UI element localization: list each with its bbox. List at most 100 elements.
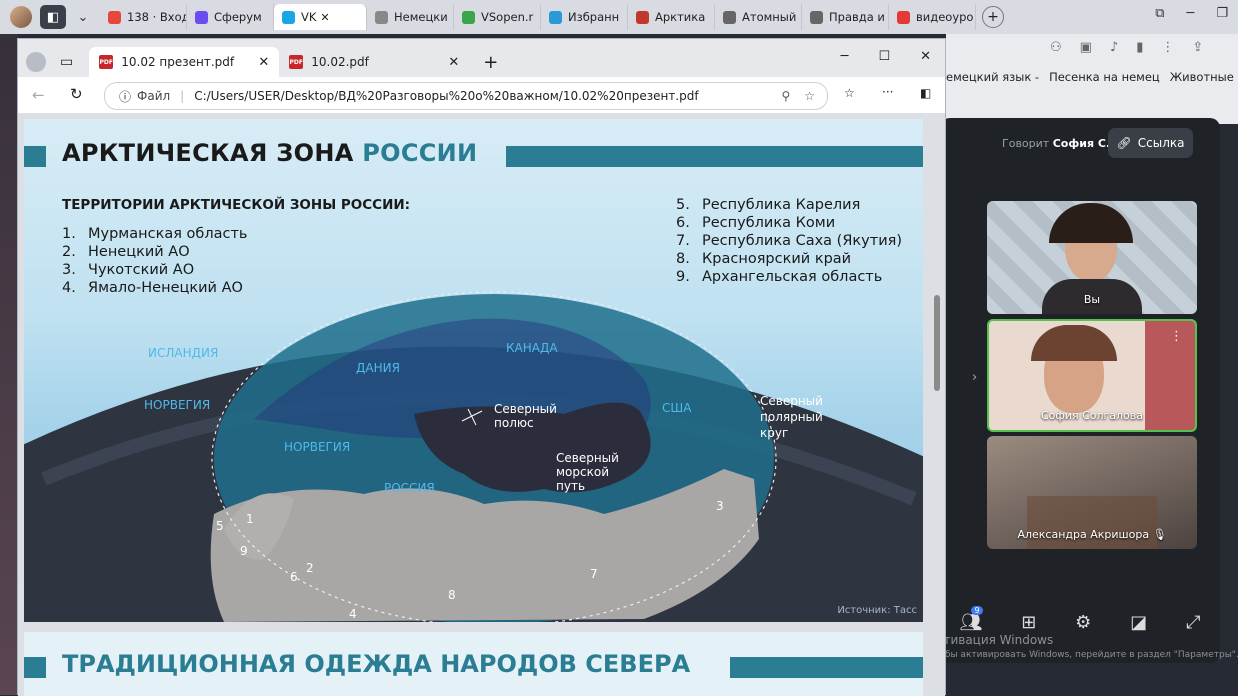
windows-activation-title: Активация Windows	[928, 633, 1054, 647]
bookmark-item[interactable]: емецкий язык -	[946, 70, 1039, 84]
tab-favicon-icon	[282, 10, 295, 24]
profile-avatar[interactable]	[10, 6, 32, 28]
bookmark-item[interactable]: Животные	[1170, 70, 1234, 84]
tab-favicon-icon	[636, 10, 649, 24]
browser-tab[interactable]: Немецки	[367, 4, 454, 30]
scrollbar-thumb[interactable]	[934, 295, 940, 391]
new-tab-button[interactable]: +	[483, 52, 498, 73]
close-icon[interactable]: ✕	[448, 55, 459, 70]
tab-favicon-icon	[549, 10, 562, 24]
map-label-iceland: ИСЛАНДИЯ	[148, 346, 219, 360]
grid-icon[interactable]: ⊞	[1021, 612, 1036, 633]
people-icon[interactable]: ⚇	[1050, 40, 1062, 55]
browser-tab[interactable]: Атомный	[715, 4, 802, 30]
tile-menu-icon[interactable]: ⋮	[1170, 329, 1183, 344]
participant-tile[interactable]: Вы	[987, 201, 1197, 314]
title-accent-bar	[730, 657, 923, 678]
map-label-norway: НОРВЕГИЯ	[284, 440, 351, 454]
more-icon[interactable]: ···	[882, 85, 893, 99]
collections-icon[interactable]: ⧉	[1155, 6, 1164, 21]
tab-favicon-icon	[195, 10, 208, 24]
slide-title: АРКТИЧЕСКАЯ ЗОНА РОССИИ	[62, 139, 478, 167]
sidebar-icon[interactable]: ◧	[920, 86, 931, 100]
list-item: 7. Республика Саха (Якутия)	[676, 233, 902, 249]
list-item: 1. Мурманская область	[62, 226, 248, 242]
back-icon[interactable]: ←	[32, 86, 45, 104]
list-item: 4. Ямало-Ненецкий АО	[62, 280, 243, 296]
browser-tab[interactable]: видеоуро	[889, 4, 976, 30]
pdf-icon: PDF	[289, 55, 304, 69]
close-window-icon[interactable]: ✕	[920, 49, 931, 64]
region-number: 1	[246, 512, 254, 526]
region-number: 6	[290, 570, 298, 584]
participants-icon[interactable]: 👥︎ 9	[959, 606, 983, 633]
mic-off-icon: 🎙︎	[1152, 528, 1167, 541]
refresh-icon[interactable]: ↻	[70, 85, 83, 103]
list-item: 8. Красноярский край	[676, 251, 852, 267]
tab-pdf-1[interactable]: PDF 10.02 презент.pdf ✕	[89, 47, 280, 77]
fullscreen-icon[interactable]: ⤢	[1186, 612, 1200, 633]
new-tab-button[interactable]: +	[982, 6, 1004, 28]
tab-actions-icon[interactable]: ▭	[60, 54, 73, 70]
windows-activation-text: Чтобы активировать Windows, перейдите в …	[928, 650, 1238, 660]
url-field[interactable]: ⓘ Файл | C:/Users/USER/Desktop/ВД%20Разг…	[104, 82, 828, 110]
region-number: 9	[240, 544, 248, 558]
minimize-icon[interactable]: ─	[1187, 6, 1195, 21]
close-icon[interactable]: ✕	[258, 55, 269, 70]
map-label-north-pole: Северный полюс	[494, 402, 557, 430]
profile-icon[interactable]	[26, 52, 46, 72]
maximize-icon[interactable]: ☐	[878, 49, 890, 64]
browser-tab[interactable]: Арктика	[628, 4, 715, 30]
browser-tab[interactable]: VK ✕	[274, 4, 367, 30]
browser-tab[interactable]: 138 · Вход	[100, 4, 187, 30]
zoom-icon[interactable]: ⚲	[781, 89, 790, 103]
favorite-star-icon[interactable]: ☆	[804, 89, 815, 103]
pdf-browser-window: ▭ PDF 10.02 презент.pdf ✕ PDF 10.02.pdf ✕ + …	[17, 38, 946, 696]
list-item: 6. Республика Коми	[676, 215, 836, 231]
participant-tile[interactable]: Александра Акришора 🎙︎	[987, 436, 1197, 549]
tab-pdf-2[interactable]: PDF 10.02.pdf ✕	[279, 47, 469, 77]
bookmark-icon[interactable]: ▮	[1136, 40, 1143, 55]
title-accent-bar	[24, 657, 46, 678]
copy-link-button[interactable]: 🔗︎ Ссылка	[1108, 128, 1193, 158]
list-item: 3. Чукотский АО	[62, 262, 195, 278]
tab-favicon-icon	[108, 10, 121, 24]
source-caption: Источник: Тасс	[837, 605, 917, 616]
more-icon[interactable]: ⋮	[1161, 40, 1174, 55]
vk-app-icon[interactable]: ◧	[40, 5, 66, 29]
region-number: 2	[306, 561, 314, 575]
share-icon[interactable]: ⇪	[1192, 40, 1203, 55]
slide-arctic-zone: АРКТИЧЕСКАЯ ЗОНА РОССИИ ТЕРРИТОРИИ АРКТИ…	[24, 119, 923, 622]
link-icon: 🔗︎	[1116, 136, 1132, 150]
favorites-icon[interactable]: ☆	[844, 86, 855, 100]
region-number: 5	[216, 519, 224, 533]
settings-icon[interactable]: ⚙	[1075, 612, 1091, 633]
camera-icon[interactable]: ▣	[1080, 40, 1092, 55]
browser-tab[interactable]: Правда и	[802, 4, 889, 30]
browser-tab[interactable]: Сферум	[187, 4, 274, 30]
scrollbar[interactable]	[932, 113, 942, 696]
participant-tile-active[interactable]: ⋮ София Солгалова	[987, 319, 1197, 432]
territory-list-right: 5. Республика Карелия 6. Республика Коми 7. Р…	[676, 196, 902, 286]
minimize-icon[interactable]: ─	[841, 49, 849, 64]
territory-list-left: 1. Мурманская область 2. Ненецкий АО 3. Чукот…	[62, 225, 247, 297]
participant-name: София Солгалова	[1040, 409, 1144, 422]
layout-icon[interactable]: ◪	[1130, 612, 1147, 633]
maximize-icon[interactable]: ❐	[1216, 6, 1228, 21]
pdf-viewer[interactable]: АРКТИЧЕСКАЯ ЗОНА РОССИИ ТЕРРИТОРИИ АРКТИ…	[18, 113, 945, 696]
chevron-down-icon[interactable]: ⌄	[70, 5, 96, 29]
mic-icon[interactable]: ♪	[1110, 40, 1118, 55]
bookmark-item[interactable]: Песенка на немец	[1049, 70, 1160, 84]
region-number: 3	[716, 499, 724, 513]
chevron-right-icon[interactable]: ›	[972, 370, 977, 385]
browser-tab-strip: ◧ ⌄ 138 · Вход Сферум VK ✕ Немецки VSopen.r И…	[0, 0, 1238, 34]
browser-tab[interactable]: Избранн	[541, 4, 628, 30]
map-label-usa: США	[662, 401, 692, 415]
pdf-tab-strip: ▭ PDF 10.02 презент.pdf ✕ PDF 10.02.pdf ✕ + …	[18, 39, 945, 77]
tab-favicon-icon	[810, 10, 823, 24]
close-icon[interactable]: ✕	[320, 11, 329, 24]
browser-tab[interactable]: VSopen.r	[454, 4, 541, 30]
info-icon: ⓘ	[119, 89, 132, 104]
map-label-sea-route: Северный морской путь	[556, 451, 619, 493]
call-controls: 👥︎ 9 ⊞ ⚙ ◪ ⤢	[940, 606, 1220, 633]
